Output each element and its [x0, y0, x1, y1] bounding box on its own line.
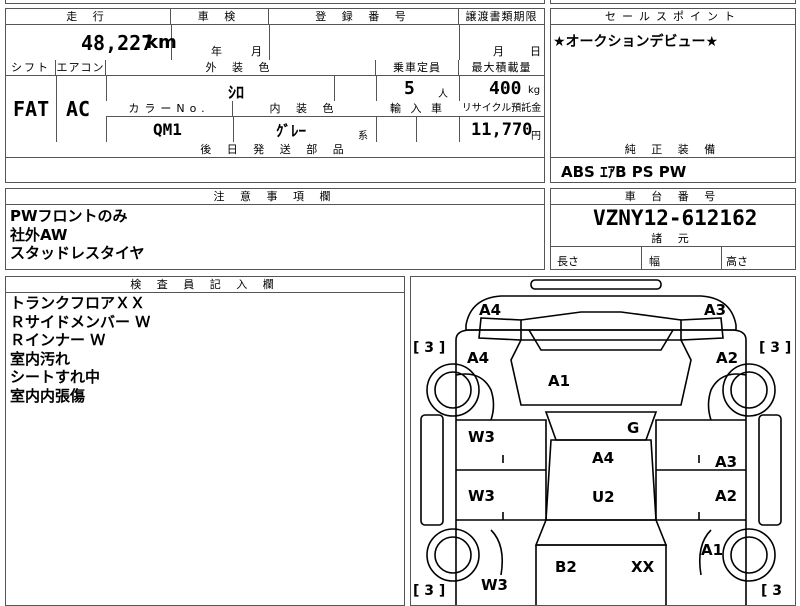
transfer-month-label: 月: [493, 45, 504, 58]
inspector-note-line: トランクフロアＸＸ: [10, 294, 146, 312]
damage-rear-door-left: W3: [468, 487, 495, 505]
top-cutoff-right: [550, 0, 796, 4]
chassis-box: 車 台 番 号 VZNY12-612162 諸 元 長さ 幅 高さ: [550, 188, 796, 270]
damage-front-door-left: W3: [468, 428, 495, 446]
inspector-box: 検 査 員 記 入 欄 トランクフロアＸＸ Ｒサイドメンバー Ｗ Ｒインナー Ｗ…: [5, 276, 405, 606]
sales-point-header: セールスポイント: [551, 9, 795, 25]
inspector-note-line: 室内汚れ: [10, 349, 71, 368]
damage-front-bumper-left: A4: [479, 301, 502, 319]
tread-rear-right: [ 3: [761, 583, 783, 599]
note-line: スタッドレスタイヤ: [10, 244, 145, 262]
damage-fender-right: A2: [716, 349, 739, 367]
inspector-note-line: Ｒインナー Ｗ: [10, 331, 106, 349]
length-label: 長さ: [557, 255, 579, 268]
mileage-unit: km: [146, 32, 177, 53]
equipment-header: 純 正 装 備: [551, 142, 795, 158]
color-no-header: カラーNo.: [106, 101, 233, 117]
shift-header: シフト: [6, 60, 56, 76]
inspector-note-line: シートすれ中: [10, 368, 101, 386]
recycle-fee-value: 11,770: [471, 120, 533, 140]
damage-roof: A4: [592, 449, 615, 467]
vehicle-info-table: 走 行 車 検 登 録 番 号 譲渡書類期限 48,227 km 年 月 月 日…: [5, 8, 545, 183]
capacity-unit: 人: [438, 89, 448, 100]
inspector-notes-list: トランクフロアＸＸ Ｒサイドメンバー Ｗ Ｒインナー Ｗ 室内汚れ シートすれ中…: [10, 294, 150, 405]
import-header: 輸 入 車: [376, 101, 459, 117]
note-line: PWフロントのみ: [10, 207, 128, 225]
inspection-month-label: 月: [251, 45, 262, 58]
exterior-color-value: ｼﾛ: [228, 83, 245, 102]
shift-value: FAT: [13, 97, 50, 121]
height-label: 高さ: [726, 255, 748, 268]
damage-glass: G: [627, 419, 640, 437]
mileage-value: 48,227: [81, 31, 154, 55]
sales-point-text: ★オークションデビュー★: [553, 34, 719, 50]
inspector-note-line: Ｒサイドメンバー Ｗ: [10, 312, 151, 331]
interior-color-value: ｸﾞﾚｰ: [276, 122, 307, 140]
interior-color-header: 内 装 色: [233, 101, 376, 117]
recycle-header: リサイクル預託金: [459, 101, 544, 117]
tread-front-left: [ 3 ]: [413, 340, 446, 356]
color-no-value: QM1: [153, 120, 182, 139]
width-label: 幅: [649, 255, 660, 268]
damage-front-door-right: A3: [715, 453, 738, 471]
recycle-fee-unit: 円: [531, 131, 541, 142]
capacity-header: 乗車定員: [376, 60, 459, 76]
damage-trunk-left: B2: [555, 558, 577, 576]
note-line: 社外AW: [10, 225, 68, 244]
mileage-header: 走 行: [6, 9, 171, 25]
sales-point-box: セールスポイント ★オークションデビュー★ 純 正 装 備 ABS ｴｱB PS…: [550, 8, 796, 183]
transfer-day-label: 日: [530, 45, 541, 58]
notes-list: PWフロントのみ 社外AW スタッドレスタイヤ: [10, 207, 145, 263]
equipment-text: ABS ｴｱB PS PW: [561, 163, 687, 181]
max-load-header: 最大積載量: [459, 60, 544, 76]
exterior-color-header: 外 装 色: [106, 60, 376, 76]
registration-header: 登 録 番 号: [269, 9, 459, 25]
capacity-value: 5: [404, 78, 415, 99]
damage-front-bumper-right: A3: [704, 301, 727, 319]
inspector-header: 検 査 員 記 入 欄: [6, 277, 404, 293]
tread-rear-left: [ 3 ]: [413, 583, 446, 599]
inspector-note-line: 室内内張傷: [10, 386, 86, 405]
aircon-value: AC: [66, 97, 91, 121]
damage-rear-door-right: A2: [715, 487, 738, 505]
tread-front-right: [ 3 ]: [759, 340, 792, 356]
interior-color-suffix: 系: [358, 131, 368, 142]
chassis-number: VZNY12-612162: [593, 206, 758, 230]
transfer-header: 譲渡書類期限: [459, 9, 544, 25]
damage-bonnet: A1: [548, 372, 571, 390]
max-load-value: 400: [489, 78, 522, 99]
damage-diagram-box: [ 3 ] [ 3 ] [ 3 ] [ 3 A4 A3 A4 A2 A1 G W…: [410, 276, 796, 606]
aircon-header: エアコン: [56, 60, 106, 76]
later-parts-header: 後 日 発 送 部 品: [6, 142, 544, 158]
damage-rear-left: W3: [481, 576, 508, 594]
damage-fender-left: A4: [467, 349, 490, 367]
damage-trunk-right: XX: [631, 558, 655, 576]
inspection-header: 車 検: [171, 9, 269, 25]
damage-roof-rear: U2: [592, 488, 615, 506]
notes-header: 注 意 事 項 欄: [6, 189, 544, 205]
dimensions-header: 諸 元: [551, 231, 795, 247]
damage-quarter-right: A1: [701, 541, 724, 559]
inspection-year-label: 年: [211, 45, 222, 58]
top-cutoff-row: [5, 0, 545, 4]
max-load-unit: kg: [528, 85, 541, 96]
notes-box: 注 意 事 項 欄 PWフロントのみ 社外AW スタッドレスタイヤ: [5, 188, 545, 270]
chassis-header: 車 台 番 号: [551, 189, 795, 205]
